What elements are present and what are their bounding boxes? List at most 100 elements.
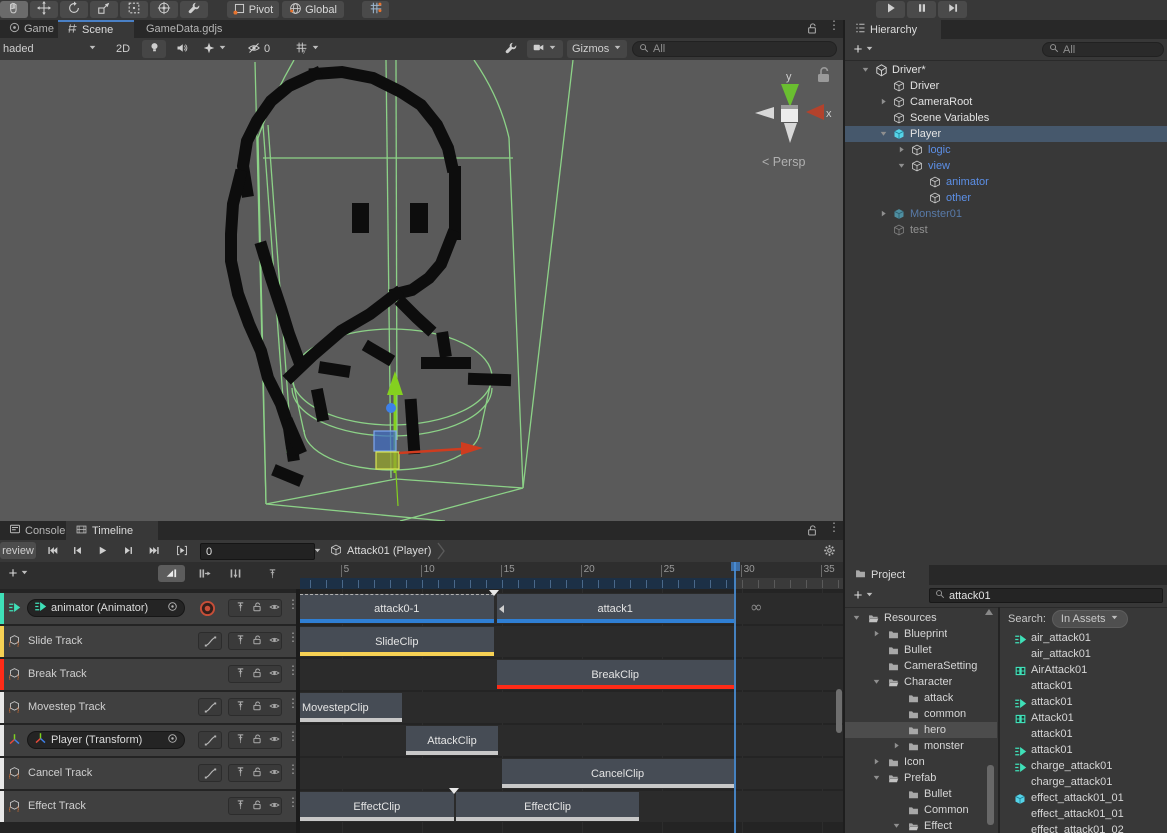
goto-start-button[interactable] — [40, 542, 64, 559]
scene-lighting-button[interactable] — [142, 40, 166, 58]
hierarchy-item-monster01[interactable]: Monster01 — [845, 206, 1167, 222]
grid-visual-dropdown[interactable]: y — [290, 40, 334, 58]
scene-visibility-button[interactable]: 0 — [242, 40, 284, 58]
hierarchy-item-other[interactable]: other — [845, 190, 1167, 206]
move-tool-button[interactable] — [30, 1, 58, 18]
expand-arrow-open[interactable] — [872, 773, 882, 783]
search-result-airattack01[interactable]: AirAttack01 — [1000, 663, 1167, 679]
project-folder-common[interactable]: common — [845, 706, 997, 722]
expand-arrow-open[interactable] — [879, 129, 889, 139]
replace-mode-button[interactable] — [222, 565, 249, 582]
hierarchy-item-test[interactable]: test — [845, 222, 1167, 238]
clip-effectclip[interactable]: EffectClip — [300, 792, 454, 821]
scene-effects-dropdown[interactable] — [198, 40, 236, 58]
search-result-air_attack01[interactable]: air_attack01 — [1000, 631, 1167, 647]
transform-tool-button[interactable] — [150, 1, 178, 18]
play-button[interactable] — [876, 1, 905, 18]
scene-viewport[interactable]: y x < Persp — [0, 60, 843, 521]
tab-console[interactable]: Console — [0, 521, 64, 540]
expand-arrow-open[interactable] — [897, 161, 907, 171]
gizmos-dropdown[interactable]: Gizmos — [567, 40, 627, 58]
project-folder-character[interactable]: Character — [845, 674, 997, 690]
project-folder-icon[interactable]: Icon — [845, 754, 997, 770]
tab-timeline[interactable]: Timeline — [66, 521, 158, 540]
clip-cancelclip[interactable]: CancelClip — [502, 759, 734, 788]
hand-tool-button[interactable] — [0, 1, 28, 18]
project-folder-blueprint[interactable]: Blueprint — [845, 626, 997, 642]
add-track-button[interactable]: + — [3, 565, 35, 582]
tab-scene[interactable]: Scene — [58, 20, 134, 38]
preview-button[interactable]: review — [0, 542, 36, 559]
pause-button[interactable] — [907, 1, 936, 18]
hierarchy-item-driver-[interactable]: Driver* — [845, 62, 1167, 78]
expand-arrow-open[interactable] — [852, 613, 862, 623]
hierarchy-item-player[interactable]: Player — [845, 126, 1167, 142]
expand-arrow-closed[interactable] — [879, 209, 889, 219]
mix-mode-button[interactable] — [158, 565, 185, 582]
scene-unlock-icon[interactable] — [806, 22, 818, 38]
clip-attackclip[interactable]: AttackClip — [406, 726, 499, 755]
timeline-scrollbar[interactable] — [836, 689, 842, 733]
search-result-attack01[interactable]: attack01 — [1000, 679, 1167, 695]
search-result-charge_attack01[interactable]: charge_attack01 — [1000, 759, 1167, 775]
project-add-button[interactable]: + — [848, 587, 880, 604]
clip-effectclip[interactable]: EffectClip — [456, 792, 639, 821]
project-folder-hero[interactable]: hero — [845, 722, 997, 738]
gizmo-plane-xz[interactable] — [376, 452, 399, 469]
expand-arrow-closed[interactable] — [872, 629, 882, 639]
clip-attack0-1[interactable]: attack0-1 — [300, 594, 494, 623]
rotate-tool-button[interactable] — [60, 1, 88, 18]
project-folder-attack[interactable]: attack — [845, 690, 997, 706]
pivot-toggle-button[interactable]: Pivot — [227, 1, 279, 18]
timeline-breadcrumb[interactable]: Attack01 (Player) — [330, 542, 446, 560]
playhead-line[interactable] — [734, 562, 736, 833]
timeline-unlock-icon[interactable] — [806, 524, 818, 540]
timeline-menu-kebab[interactable]: ⋮ — [828, 525, 840, 530]
clip-movestepclip[interactable]: MovestepClip — [300, 693, 402, 722]
hierarchy-add-button[interactable]: + — [848, 41, 880, 58]
marker-toggle-button[interactable] — [259, 565, 286, 582]
project-folder-common[interactable]: Common — [845, 802, 997, 818]
hierarchy-item-view[interactable]: view — [845, 158, 1167, 174]
project-folder-bullet[interactable]: Bullet — [845, 786, 997, 802]
tree-scroll-up-arrow[interactable] — [985, 609, 993, 615]
track-lane[interactable] — [300, 725, 843, 756]
project-folder-bullet[interactable]: Bullet — [845, 642, 997, 658]
scene-menu-kebab[interactable]: ⋮ — [828, 23, 840, 28]
gizmo-plane-xy[interactable] — [374, 431, 396, 451]
persp-label[interactable]: < Persp — [762, 155, 805, 169]
hierarchy-item-animator[interactable]: animator — [845, 174, 1167, 190]
scene-search-input[interactable]: All — [632, 41, 837, 57]
tab-hierarchy[interactable]: Hierarchy — [845, 20, 941, 39]
project-folder-effect[interactable]: Effect — [845, 818, 997, 833]
search-result-effect_attack01_01[interactable]: effect_attack01_01 — [1000, 807, 1167, 823]
ripple-mode-button[interactable] — [191, 565, 218, 582]
rect-tool-button[interactable] — [120, 1, 148, 18]
custom-tool-button[interactable] — [180, 1, 208, 18]
frame-number-field[interactable]: 0 — [200, 543, 315, 560]
scene-tools-button[interactable] — [498, 40, 524, 58]
hierarchy-item-logic[interactable]: logic — [845, 142, 1167, 158]
2d-toggle-button[interactable]: 2D — [110, 40, 136, 58]
hierarchy-item-cameraroot[interactable]: CameraRoot — [845, 94, 1167, 110]
expand-arrow-closed[interactable] — [897, 145, 907, 155]
goto-end-button[interactable] — [142, 542, 166, 559]
tab-gamedata[interactable]: GameData.gdjs — [137, 20, 237, 38]
hierarchy-search-input[interactable]: All — [1042, 42, 1164, 57]
project-search-input[interactable]: attack01 — [929, 588, 1163, 603]
expand-arrow-open[interactable] — [872, 677, 882, 687]
search-scope-dropdown[interactable]: In Assets — [1052, 610, 1128, 628]
search-result-attack01[interactable]: Attack01 — [1000, 711, 1167, 727]
tab-project[interactable]: Project — [845, 565, 929, 585]
timeline-settings-gear[interactable] — [818, 542, 840, 559]
next-frame-button[interactable] — [116, 542, 140, 559]
search-result-attack01[interactable]: attack01 — [1000, 743, 1167, 759]
step-button[interactable] — [938, 1, 967, 18]
project-folder-camerasetting[interactable]: CameraSetting — [845, 658, 997, 674]
prev-frame-button[interactable] — [66, 542, 88, 559]
search-result-attack01[interactable]: attack01 — [1000, 727, 1167, 743]
clip-attack1[interactable]: attack1 — [497, 594, 734, 623]
project-folder-prefab[interactable]: Prefab — [845, 770, 997, 786]
frame-field-dropdown[interactable] — [310, 542, 324, 559]
tree-scrollbar[interactable] — [987, 765, 994, 825]
